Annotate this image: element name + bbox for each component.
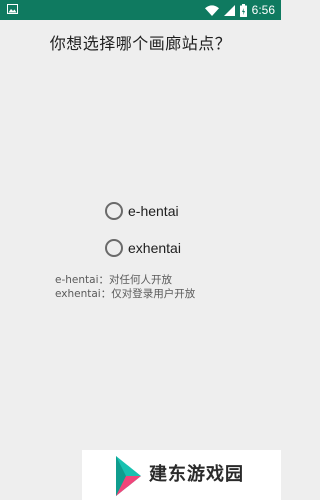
radio-option-exhentai[interactable]: exhentai bbox=[105, 236, 181, 260]
status-icons: 6:56 bbox=[204, 3, 275, 17]
site-radio-group: e-hentai exhentai bbox=[105, 199, 181, 273]
gallery-icon bbox=[7, 4, 18, 14]
radio-label-ehentai[interactable]: e-hentai bbox=[128, 203, 179, 219]
wifi-icon bbox=[204, 4, 219, 16]
watermark: 建东游戏园 bbox=[82, 450, 281, 500]
description-exhentai: exhentai：仅对登录用户开放 bbox=[55, 288, 196, 300]
radio-label-exhentai[interactable]: exhentai bbox=[128, 240, 181, 256]
site-descriptions: e-hentai：对任何人开放 exhentai：仅对登录用户开放 bbox=[55, 273, 195, 301]
watermark-text: 建东游戏园 bbox=[149, 464, 244, 485]
description-ehentai: e-hentai：对任何人开放 bbox=[55, 274, 172, 286]
status-bar: 6:56 bbox=[0, 0, 281, 20]
battery-icon bbox=[239, 3, 247, 17]
dialog-question: 你想选择哪个画廊站点？ bbox=[49, 34, 232, 53]
signal-icon bbox=[223, 4, 235, 16]
radio-button-ehentai[interactable] bbox=[105, 202, 123, 220]
radio-option-ehentai[interactable]: e-hentai bbox=[105, 199, 181, 223]
watermark-logo-icon bbox=[116, 456, 141, 496]
status-time: 6:56 bbox=[251, 3, 275, 17]
radio-button-exhentai[interactable] bbox=[105, 239, 123, 257]
